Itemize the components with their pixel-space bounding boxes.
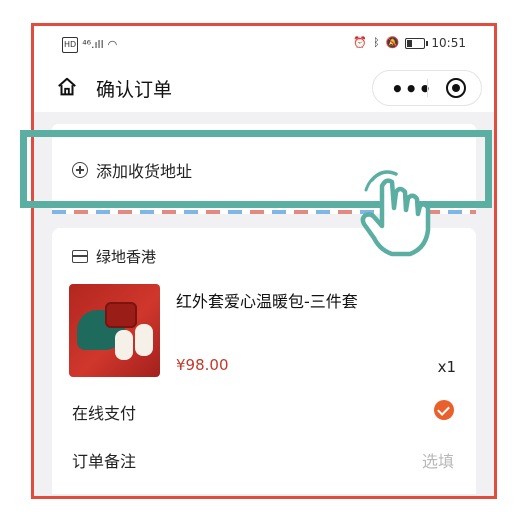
- add-address-label: 添加收货地址: [96, 162, 193, 181]
- plus-circle-icon: [72, 162, 88, 178]
- hd-icon: HD: [62, 37, 79, 53]
- battery-icon: [405, 37, 429, 49]
- product-name: 红外套爱心温暖包-三件套: [176, 292, 358, 311]
- close-icon[interactable]: [446, 78, 466, 98]
- status-bar: HD ⁴⁶.ıll ◠ ⏰ ᛒ 🔕 10:51: [34, 26, 494, 62]
- home-icon[interactable]: [56, 76, 78, 98]
- store-icon: [72, 250, 88, 263]
- alarm-icon: ⏰: [353, 36, 368, 49]
- signal-icon: ⁴⁶.ıll: [82, 38, 104, 51]
- product-quantity: x1: [437, 358, 456, 376]
- product-image: [69, 284, 160, 377]
- store-row: 绿地香港: [72, 246, 156, 267]
- store-name: 绿地香港: [96, 248, 157, 266]
- wifi-icon: ◠: [107, 38, 118, 51]
- add-address-row[interactable]: 添加收货地址: [72, 158, 192, 182]
- nav-bar: 确认订单 •••: [34, 62, 494, 112]
- payment-method-label: 在线支付: [72, 404, 137, 423]
- order-note-label: 订单备注: [72, 452, 137, 471]
- status-left: HD ⁴⁶.ıll ◠: [62, 37, 117, 53]
- check-icon[interactable]: [434, 400, 454, 420]
- order-card: 绿地香港 红外套爱心温暖包-三件套 ¥98.00 x1 在线支付 订单备注 选填: [52, 228, 476, 494]
- capsule-divider: [427, 79, 428, 97]
- order-note-input[interactable]: 选填: [422, 448, 454, 472]
- status-time: 10:51: [431, 36, 466, 50]
- pointing-hand-icon: [360, 170, 431, 257]
- status-right: ⏰ ᛒ 🔕 10:51: [353, 36, 466, 50]
- miniprogram-capsule: •••: [372, 70, 482, 106]
- page-title: 确认订单: [96, 79, 173, 101]
- bluetooth-icon: ᛒ: [373, 36, 380, 49]
- phone-screen: HD ⁴⁶.ıll ◠ ⏰ ᛒ 🔕 10:51 确认订单 ••• 添加收货地址: [31, 23, 497, 499]
- mute-icon: 🔕: [385, 36, 400, 49]
- product-price: ¥98.00: [176, 356, 229, 374]
